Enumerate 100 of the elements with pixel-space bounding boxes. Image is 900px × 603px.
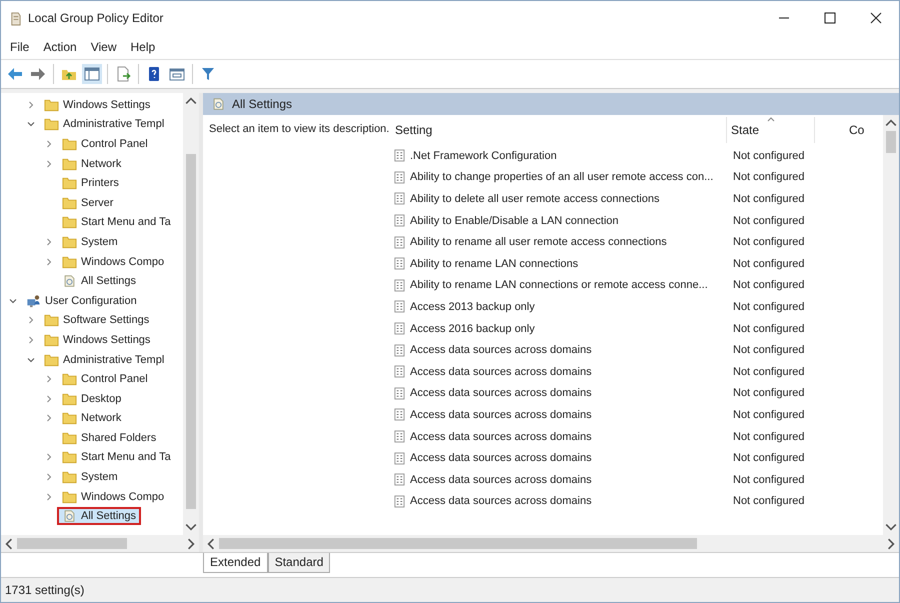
column-header[interactable]: State bbox=[727, 117, 815, 143]
policy-icon bbox=[394, 430, 405, 444]
menu-item[interactable]: Action bbox=[38, 38, 82, 56]
menu-item[interactable]: Help bbox=[126, 38, 160, 56]
state-cell-text: Not configured bbox=[732, 236, 806, 248]
folder-icon bbox=[62, 430, 77, 445]
sort-caret-icon bbox=[767, 117, 775, 122]
state-cell-text: Not configured bbox=[732, 366, 806, 378]
setting-name[interactable]: Ability to rename LAN connections bbox=[410, 258, 578, 270]
scrollbar-thumb[interactable] bbox=[17, 538, 127, 549]
state-cell-text: Not configured bbox=[732, 192, 806, 205]
policy-icon bbox=[394, 257, 405, 270]
tree-item[interactable]: Control Panel bbox=[57, 134, 153, 153]
panel-title: All Settings bbox=[232, 97, 292, 111]
settings-icon bbox=[211, 97, 226, 111]
policy-icon bbox=[394, 386, 405, 400]
setting-name[interactable]: Ability to delete all user remote access connections bbox=[410, 192, 660, 205]
tree-item[interactable]: All Settings bbox=[57, 507, 142, 526]
view-tab[interactable]: Standard bbox=[268, 553, 330, 573]
setting-name[interactable]: Access data sources across domains bbox=[410, 387, 592, 400]
setting-name[interactable]: Access data sources across domains bbox=[410, 408, 592, 421]
state-cell-text: Not configured bbox=[732, 408, 806, 421]
tree-item[interactable]: Windows Compo bbox=[57, 252, 170, 271]
state-cell-text: Not configured bbox=[732, 495, 806, 508]
setting-name[interactable]: Access data sources across domains bbox=[410, 344, 592, 356]
setting-name[interactable]: Access data sources across domains bbox=[410, 430, 592, 443]
setting-name[interactable]: Ability to change properties of an all user remote access con... bbox=[410, 171, 714, 184]
folder-icon bbox=[62, 411, 77, 426]
column-header[interactable]: Setting bbox=[391, 117, 727, 143]
scrollbar-thumb[interactable] bbox=[219, 538, 698, 549]
scrollbar-thumb[interactable] bbox=[886, 131, 896, 153]
folder-icon bbox=[62, 450, 77, 464]
computer-user-icon bbox=[26, 294, 41, 308]
state-cell-text: Not configured bbox=[732, 279, 806, 292]
tree-item[interactable]: Administrative Templ bbox=[39, 350, 170, 369]
state-cell-text: Not configured bbox=[732, 150, 806, 162]
tree-item[interactable]: Network bbox=[57, 409, 126, 428]
scrollbar-thumb[interactable] bbox=[186, 154, 196, 509]
status-text: 1731 setting(s) bbox=[5, 583, 84, 597]
tree-item[interactable]: Start Menu and Ta bbox=[57, 448, 176, 466]
policy-icon bbox=[394, 365, 405, 378]
setting-name[interactable]: Access data sources across domains bbox=[410, 366, 592, 378]
menu-item[interactable]: File bbox=[5, 38, 34, 56]
tree-item[interactable]: Control Panel bbox=[57, 370, 153, 388]
policy-icon bbox=[394, 322, 405, 336]
policy-icon bbox=[394, 300, 405, 314]
view-tab[interactable]: Extended bbox=[203, 553, 268, 573]
tree-item[interactable]: User Configuration bbox=[21, 292, 142, 310]
setting-name[interactable]: Access 2013 backup only bbox=[410, 300, 535, 313]
folder-icon bbox=[62, 392, 77, 406]
folder-icon bbox=[44, 332, 59, 347]
app-icon bbox=[9, 10, 22, 26]
folder-icon bbox=[62, 136, 77, 151]
tree-item[interactable]: System bbox=[57, 468, 123, 486]
policy-icon bbox=[394, 344, 405, 357]
console-tree-icon[interactable] bbox=[82, 64, 102, 84]
menu-item[interactable]: View bbox=[86, 38, 122, 56]
setting-name[interactable]: .Net Framework Configuration bbox=[410, 150, 557, 162]
policy-icon bbox=[394, 408, 405, 422]
setting-name[interactable]: Access data sources across domains bbox=[410, 495, 592, 508]
policy-icon bbox=[394, 278, 405, 292]
setting-name[interactable]: Access data sources across domains bbox=[410, 474, 592, 486]
policy-icon bbox=[394, 452, 405, 465]
state-cell-text: Not configured bbox=[732, 300, 806, 313]
tree-item[interactable]: Network bbox=[57, 154, 126, 173]
description-text: Select an item to view its description. bbox=[209, 123, 390, 135]
policy-icon bbox=[394, 494, 405, 508]
tree-item[interactable]: Software Settings bbox=[39, 311, 154, 330]
tree-item[interactable]: Server bbox=[57, 194, 118, 212]
setting-name[interactable]: Access 2016 backup only bbox=[410, 322, 535, 335]
state-cell-text: Not configured bbox=[732, 452, 806, 464]
tree-item[interactable]: Shared Folders bbox=[57, 428, 162, 447]
folder-icon bbox=[44, 352, 59, 367]
tree-item[interactable]: Start Menu and Ta bbox=[57, 213, 176, 232]
folder-icon bbox=[44, 98, 59, 112]
state-cell-text: Not configured bbox=[732, 322, 806, 335]
folder-icon bbox=[62, 254, 77, 269]
setting-name[interactable]: Ability to Enable/Disable a LAN connection bbox=[410, 214, 619, 227]
tree-item[interactable]: All Settings bbox=[57, 272, 142, 290]
policy-icon bbox=[394, 170, 405, 184]
setting-name[interactable]: Access data sources across domains bbox=[410, 452, 592, 464]
tree-item[interactable]: Windows Settings bbox=[39, 96, 156, 114]
setting-name[interactable]: Ability to rename all user remote access connections bbox=[410, 236, 667, 248]
settings-icon bbox=[62, 274, 77, 288]
tree-item[interactable]: Windows Compo bbox=[57, 488, 170, 506]
policy-icon bbox=[394, 192, 405, 206]
policy-icon bbox=[394, 214, 405, 228]
tree-item[interactable]: Administrative Templ bbox=[39, 115, 170, 134]
policy-icon bbox=[394, 473, 405, 486]
tree-item[interactable]: Printers bbox=[57, 174, 124, 192]
column-header[interactable]: Co bbox=[849, 117, 864, 143]
tree-item[interactable]: Windows Settings bbox=[39, 330, 156, 349]
tree-item[interactable]: Desktop bbox=[57, 390, 126, 408]
folder-icon bbox=[62, 215, 77, 230]
state-cell-text: Not configured bbox=[732, 430, 806, 443]
settings-icon bbox=[62, 509, 77, 524]
state-cell-text: Not configured bbox=[732, 214, 806, 227]
folder-icon bbox=[62, 372, 77, 386]
tree-item[interactable]: System bbox=[57, 232, 123, 251]
setting-name[interactable]: Ability to rename LAN connections or remote access conne... bbox=[410, 279, 708, 292]
